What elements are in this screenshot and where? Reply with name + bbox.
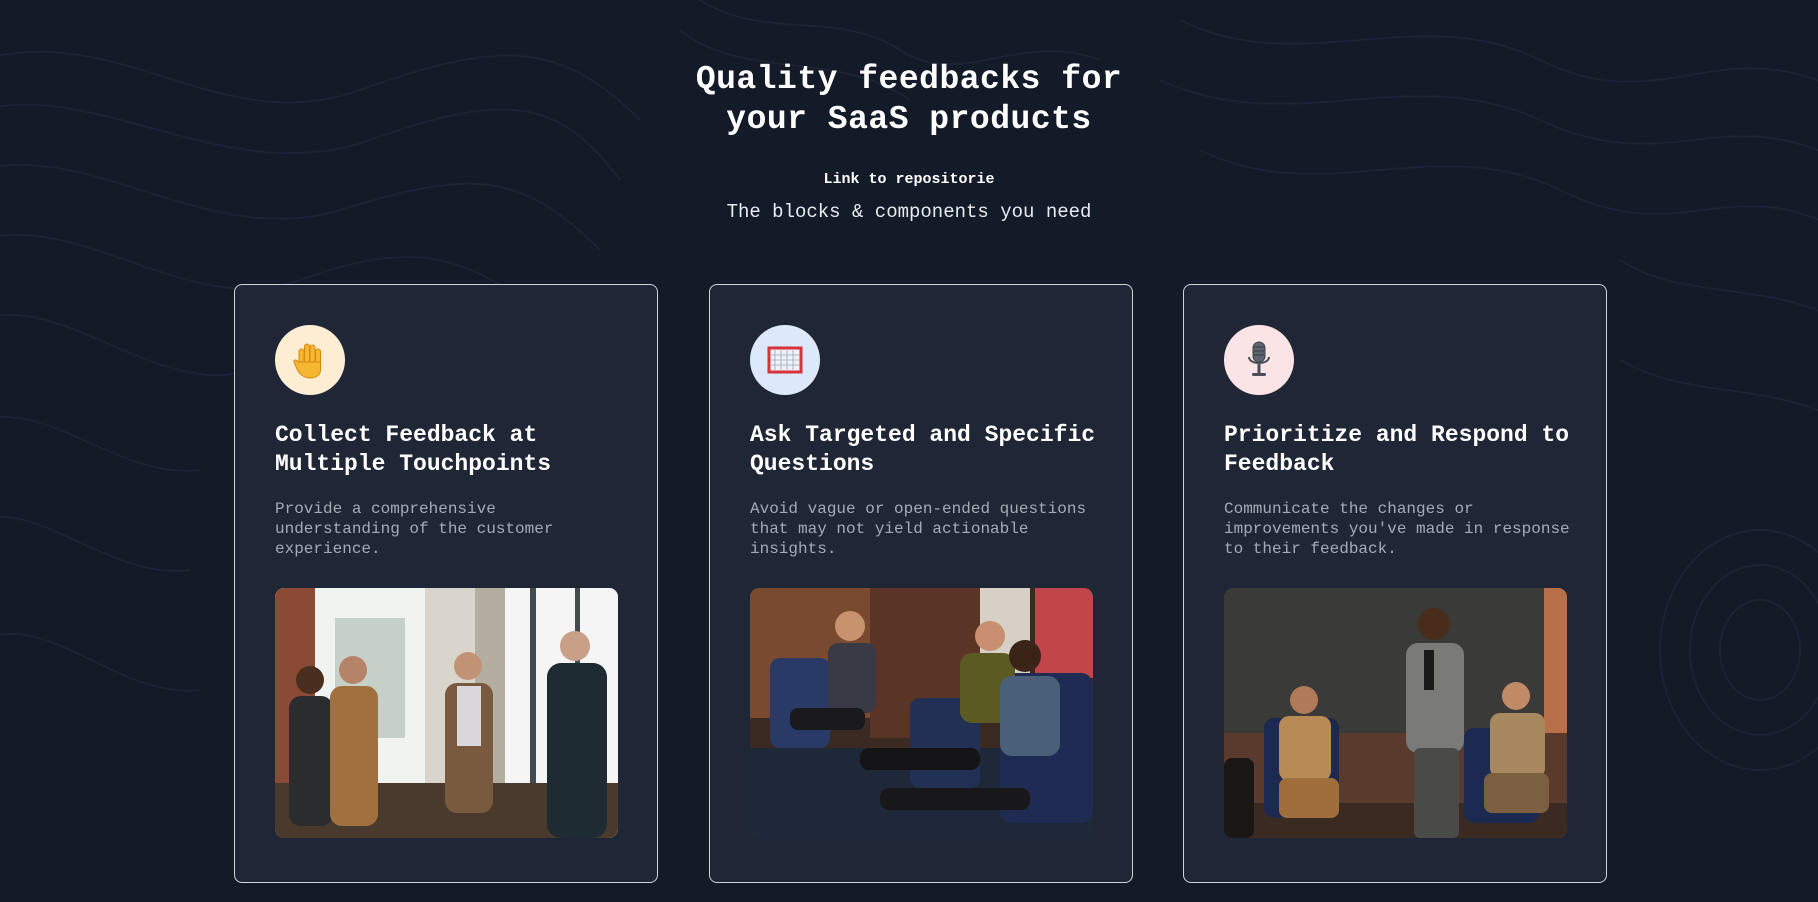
card-description: Communicate the changes or improvements … <box>1224 500 1570 558</box>
page-subtitle: The blocks & components you need <box>726 201 1092 223</box>
feature-card-targeted-questions: Ask Targeted and Specific Questions Avoi… <box>709 284 1133 883</box>
page-title-line-1: Quality feedbacks for <box>695 61 1123 98</box>
feature-card-collect-feedback: Collect Feedback at Multiple Touchpoints… <box>234 284 658 883</box>
card-title: Ask Targeted and Specific Questions <box>750 422 1096 477</box>
page-title: Quality feedbacks for your SaaS products <box>0 60 1818 140</box>
repository-link[interactable]: Link to repositorie <box>0 171 1818 188</box>
microphone-icon <box>1224 325 1294 395</box>
speaker-presenting-image <box>1224 588 1567 838</box>
page-title-line-2: your SaaS products <box>726 101 1092 138</box>
card-title: Collect Feedback at Multiple Touchpoints <box>275 422 552 477</box>
feature-card-prioritize-respond: Prioritize and Respond to Feedback Commu… <box>1183 284 1607 883</box>
goal-net-icon <box>750 325 820 395</box>
card-title: Prioritize and Respond to Feedback <box>1224 422 1570 477</box>
raised-hand-icon <box>275 325 345 395</box>
group-of-men-talking-image <box>275 588 618 838</box>
card-description: Avoid vague or open-ended questions that… <box>750 500 1087 558</box>
seated-group-discussion-image <box>750 588 1093 838</box>
card-description: Provide a comprehensive understanding of… <box>275 500 554 558</box>
